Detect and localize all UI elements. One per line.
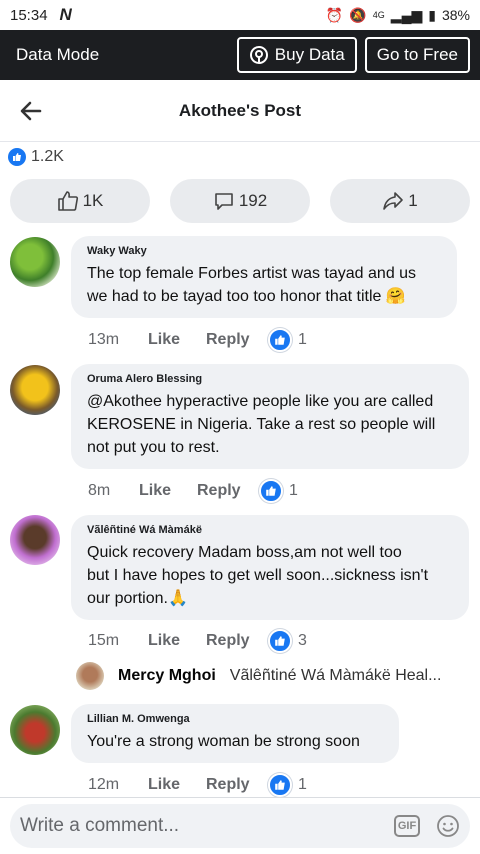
back-arrow-icon[interactable] [18, 98, 44, 124]
comment-meta: 12m Like Reply 1 [88, 773, 307, 797]
comment-like-button[interactable]: Like [148, 776, 206, 794]
comment-meta: 15m Like Reply 3 [88, 629, 307, 653]
comment-composer: Write a comment... GIF [0, 797, 480, 854]
comment-line: You're a strong woman be strong soon [87, 733, 360, 750]
comment-line: Quick recovery Madam boss,am not well to… [87, 544, 402, 561]
comment-author[interactable]: Oruma Alero Blessing [87, 373, 457, 385]
broadcast-icon [249, 46, 268, 64]
comment-author[interactable]: Vãlêñtiné Wá Màmákë [87, 524, 457, 536]
comment-like-button[interactable]: Like [139, 482, 197, 500]
comment-bubble[interactable]: Oruma Alero Blessing @Akothee hyperactiv… [71, 364, 469, 469]
reaction-count: 1.2K [31, 148, 64, 165]
like-reaction-icon [8, 148, 26, 166]
reply-text: Vãlêñtiné Wá Màmákë Heal... [229, 667, 442, 684]
reaction-count: 1 [298, 331, 307, 348]
comment-time: 15m [88, 632, 120, 649]
avatar[interactable] [10, 237, 60, 287]
share-post-button[interactable]: 1 [330, 179, 470, 223]
like-reaction-icon [268, 629, 292, 653]
avatar[interactable] [10, 515, 60, 565]
comment-bubble[interactable]: Waky Waky The top female Forbes artist w… [71, 236, 457, 318]
comment-icon [215, 193, 233, 210]
like-reaction-icon [268, 773, 292, 797]
comment-bubble[interactable]: Vãlêñtiné Wá Màmákë Quick recovery Madam… [71, 515, 469, 620]
comment-line: our portion.🙏 [87, 590, 188, 607]
comment-like-button[interactable]: Like [148, 632, 206, 650]
comment-reactions[interactable]: 3 [268, 629, 307, 653]
status-time: 15:34 [10, 6, 48, 24]
comment-line: The top female Forbes artist was tayad a… [87, 265, 417, 282]
comment-author[interactable]: Lillian M. Omwenga [87, 713, 387, 725]
post-header: Akothee's Post [0, 80, 480, 142]
comment-text: @Akothee hyperactive people like you are… [87, 390, 457, 459]
comment-line: not put you to rest. [87, 439, 220, 456]
buy-data-button[interactable]: Buy Data [236, 37, 357, 73]
network-label: 4G [372, 10, 385, 20]
alarm-icon: ⏰ [325, 6, 344, 23]
comment-text: Quick recovery Madam boss,am not well to… [87, 541, 457, 610]
reaction-summary[interactable]: 1.2K [0, 146, 480, 168]
avatar [76, 662, 104, 690]
comment-reactions[interactable]: 1 [268, 773, 307, 797]
data-mode-bar: Data Mode Buy Data Go to Free [0, 30, 480, 80]
reaction-count: 3 [298, 632, 307, 649]
signal-icon: ▂▄▆ [390, 6, 423, 23]
carrier-logo: N [59, 5, 72, 24]
like-post-button[interactable]: 1K [10, 179, 150, 223]
comment-line: @Akothee hyperactive people like you are… [87, 393, 434, 410]
comment-text: You're a strong woman be strong soon [87, 730, 387, 753]
comment-meta: 13m Like Reply 1 [88, 328, 307, 352]
comment-author[interactable]: Waky Waky [87, 245, 445, 257]
comment-bubble[interactable]: Lillian M. Omwenga You're a strong woman… [71, 704, 399, 763]
thumbs-up-icon [57, 191, 78, 211]
comment-meta: 8m Like Reply 1 [88, 479, 298, 503]
comment-text: The top female Forbes artist was tayad a… [87, 262, 445, 308]
comment-line: we had to be tayad too too honor that ti… [87, 288, 406, 305]
status-bar: 15:34 N ⏰ 🔕 4G ▂▄▆ ▮ 38% [0, 0, 480, 30]
gif-button[interactable]: GIF [394, 815, 420, 837]
comment-line: KEROSENE in Nigeria. Take a rest so peop… [87, 416, 436, 433]
reaction-count: 1 [289, 482, 298, 499]
status-icons: ⏰ 🔕 4G ▂▄▆ ▮ 38% [326, 7, 470, 24]
comment-reply-button[interactable]: Reply [206, 632, 268, 650]
comment-like-button[interactable]: Like [148, 331, 206, 349]
comment-reply-button[interactable]: Reply [197, 482, 259, 500]
data-mode-label: Data Mode [16, 45, 100, 64]
comment-input[interactable]: Write a comment... GIF [10, 804, 470, 848]
go-to-free-label: Go to Free [376, 45, 458, 64]
avatar[interactable] [10, 705, 60, 755]
comment-time: 8m [88, 482, 111, 499]
comment-count: 192 [238, 191, 268, 210]
comment-post-button[interactable]: 192 [170, 179, 310, 223]
comment-line: but I have hopes to get well soon...sick… [87, 567, 429, 584]
comment-reactions[interactable]: 1 [259, 479, 298, 503]
avatar[interactable] [10, 365, 60, 415]
battery-icon: ▮ [428, 6, 436, 23]
page-title: Akothee's Post [178, 100, 302, 120]
battery-percent: 38% [441, 7, 470, 23]
go-to-free-button[interactable]: Go to Free [364, 37, 470, 73]
comment-reply-button[interactable]: Reply [206, 331, 268, 349]
buy-data-label: Buy Data [274, 45, 345, 64]
like-reaction-icon [259, 479, 283, 503]
like-count: 1K [82, 191, 104, 210]
comment-time: 13m [88, 331, 120, 348]
comment-input-placeholder: Write a comment... [20, 815, 180, 836]
comment-reply-button[interactable]: Reply [206, 776, 268, 794]
mute-icon: 🔕 [349, 6, 367, 23]
comment-time: 12m [88, 776, 120, 793]
reply-preview[interactable]: Mercy Mghoi Vãlêñtiné Wá Màmákë Heal... [76, 662, 450, 690]
reaction-count: 1 [298, 776, 307, 793]
post-actions: 1K 192 1 [0, 179, 480, 223]
share-count: 1 [408, 191, 418, 210]
like-reaction-icon [268, 328, 292, 352]
comment-reactions[interactable]: 1 [268, 328, 307, 352]
reply-author[interactable]: Mercy Mghoi [118, 667, 216, 685]
share-icon [383, 192, 404, 210]
emoji-icon[interactable] [436, 814, 460, 838]
